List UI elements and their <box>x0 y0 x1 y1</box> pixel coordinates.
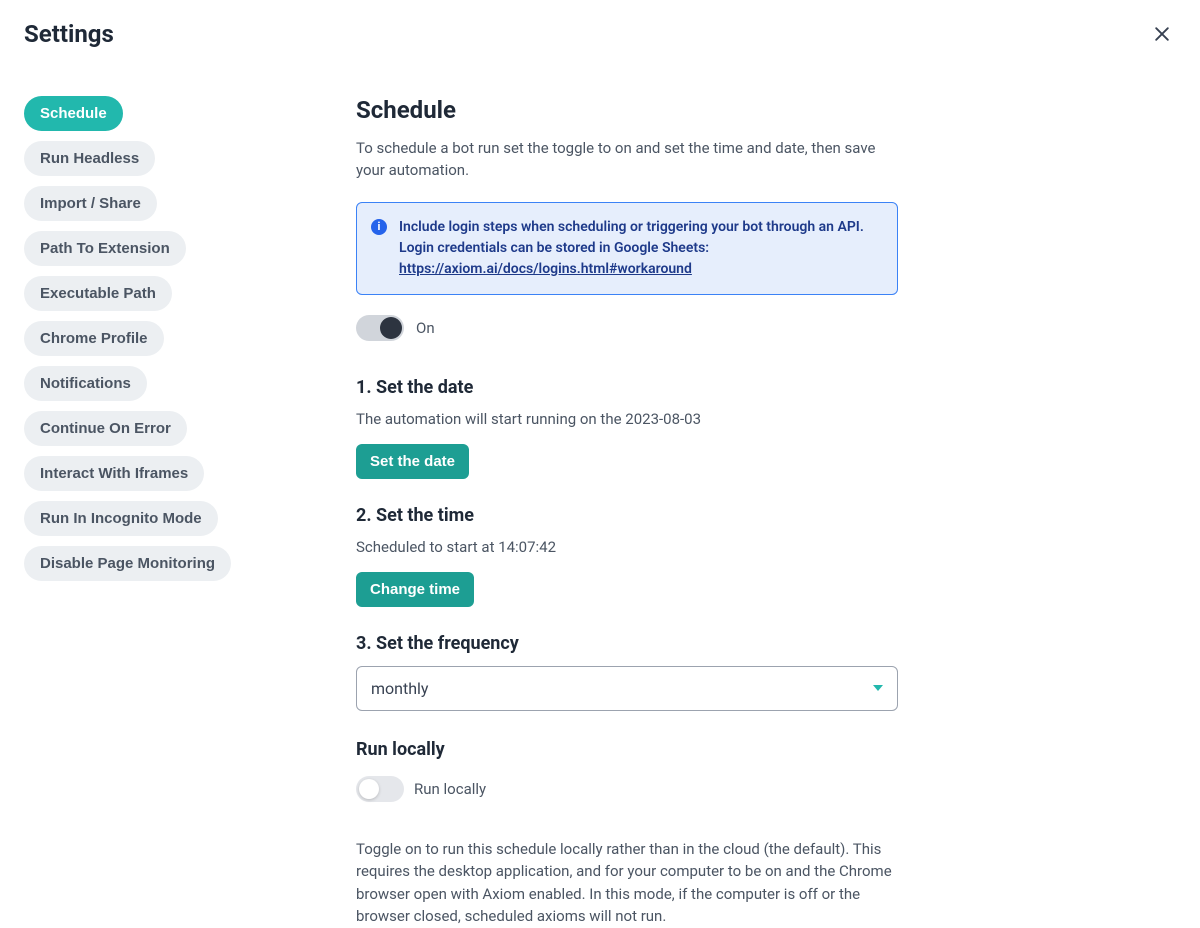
schedule-toggle-row: On <box>356 315 898 341</box>
sidebar-item-disable-page-monitoring[interactable]: Disable Page Monitoring <box>24 546 231 581</box>
sidebar-item-interact-with-iframes[interactable]: Interact With Iframes <box>24 456 204 491</box>
info-link[interactable]: https://axiom.ai/docs/logins.html#workar… <box>399 261 692 277</box>
run-locally-toggle-label: Run locally <box>414 780 486 798</box>
set-the-date-button[interactable]: Set the date <box>356 444 469 479</box>
change-time-button[interactable]: Change time <box>356 572 474 607</box>
sidebar-item-import-share[interactable]: Import / Share <box>24 186 157 221</box>
close-button[interactable] <box>1148 20 1176 48</box>
step1-description: The automation will start running on the… <box>356 410 898 428</box>
header: Settings <box>0 0 1200 48</box>
close-icon <box>1152 24 1172 44</box>
run-locally-description: Toggle on to run this schedule locally r… <box>356 838 898 928</box>
sidebar-item-chrome-profile[interactable]: Chrome Profile <box>24 321 164 356</box>
step1-title: 1. Set the date <box>356 377 898 398</box>
sidebar-item-run-in-incognito-mode[interactable]: Run In Incognito Mode <box>24 501 218 536</box>
step2-title: 2. Set the time <box>356 505 898 526</box>
page-title: Settings <box>24 20 114 48</box>
sidebar-item-path-to-extension[interactable]: Path To Extension <box>24 231 186 266</box>
chevron-down-icon <box>873 685 883 691</box>
sidebar-item-notifications[interactable]: Notifications <box>24 366 147 401</box>
schedule-toggle[interactable] <box>356 315 404 341</box>
info-banner: i Include login steps when scheduling or… <box>356 202 898 295</box>
run-locally-toggle-row: Run locally <box>356 776 898 802</box>
sidebar-item-schedule[interactable]: Schedule <box>24 96 123 131</box>
sidebar-item-continue-on-error[interactable]: Continue On Error <box>24 411 187 446</box>
sidebar-item-executable-path[interactable]: Executable Path <box>24 276 172 311</box>
main-content: Schedule To schedule a bot run set the t… <box>356 96 898 928</box>
info-text-body: Include login steps when scheduling or t… <box>399 219 864 256</box>
run-locally-title: Run locally <box>356 739 898 760</box>
sidebar-item-run-headless[interactable]: Run Headless <box>24 141 155 176</box>
schedule-toggle-label: On <box>416 319 435 337</box>
frequency-value: monthly <box>371 679 429 698</box>
sidebar: Schedule Run Headless Import / Share Pat… <box>24 96 324 928</box>
frequency-select[interactable]: monthly <box>356 666 898 711</box>
info-text: Include login steps when scheduling or t… <box>399 217 879 280</box>
info-icon: i <box>371 219 387 235</box>
run-locally-toggle[interactable] <box>356 776 404 802</box>
step2-description: Scheduled to start at 14:07:42 <box>356 538 898 556</box>
section-title: Schedule <box>356 96 898 124</box>
step3-title: 3. Set the frequency <box>356 633 898 654</box>
section-description: To schedule a bot run set the toggle to … <box>356 138 898 182</box>
